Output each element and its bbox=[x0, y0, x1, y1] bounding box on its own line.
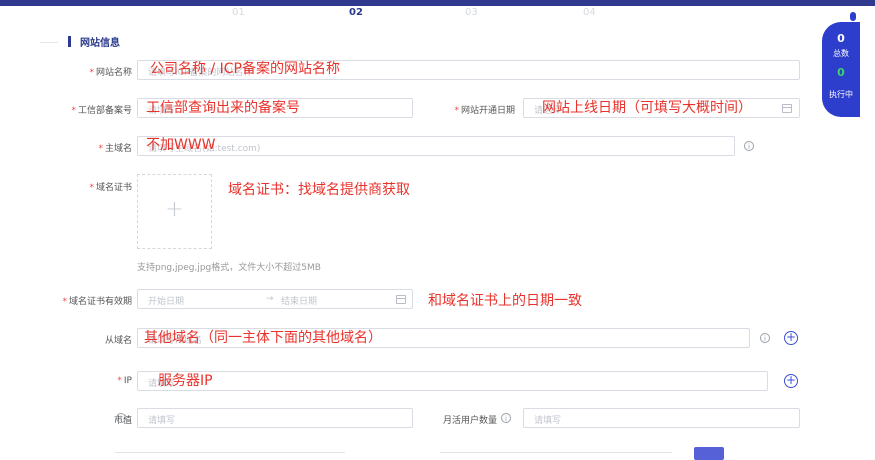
site-name-label: * 网站名称 bbox=[89, 68, 132, 78]
domain-cert-upload[interactable]: + bbox=[137, 174, 212, 249]
start-date-placeholder[interactable]: 开始日期 bbox=[148, 294, 184, 307]
launch-date-annotation: 网站上线日期（可填写大概时间） bbox=[542, 100, 752, 116]
sub-domain-label: 从域名 bbox=[104, 336, 132, 346]
info-icon[interactable]: i bbox=[116, 413, 126, 423]
info-icon[interactable]: i bbox=[760, 333, 770, 343]
step-4[interactable]: 04 bbox=[583, 7, 596, 18]
bottom-divider bbox=[115, 452, 345, 453]
market-value-input[interactable]: 请填写 bbox=[137, 408, 413, 428]
info-icon[interactable]: i bbox=[744, 141, 754, 151]
next-button[interactable] bbox=[694, 447, 724, 460]
top-progress-bar bbox=[0, 0, 875, 6]
upload-hint: 支持png,jpeg,jpg格式，文件大小不超过5MB bbox=[137, 263, 321, 273]
cert-validity-annotation: 和域名证书上的日期一致 bbox=[428, 293, 582, 309]
calendar-icon bbox=[396, 295, 406, 304]
range-arrow-icon: → bbox=[266, 294, 274, 304]
market-value-placeholder: 请填写 bbox=[148, 416, 176, 426]
step-3[interactable]: 03 bbox=[465, 7, 478, 18]
domain-cert-label: * 域名证书 bbox=[89, 183, 132, 193]
info-icon[interactable]: i bbox=[501, 413, 511, 423]
total-label: 总数 bbox=[833, 49, 849, 58]
domain-cert-annotation: 域名证书：找域名提供商获取 bbox=[228, 182, 410, 198]
section-title: 网站信息 bbox=[80, 38, 120, 49]
running-count: 0 bbox=[837, 66, 845, 79]
section-marker bbox=[68, 36, 71, 47]
calendar-icon bbox=[782, 104, 792, 113]
end-date-placeholder[interactable]: 结束日期 bbox=[281, 294, 317, 307]
mau-label: 月活用户数量 bbox=[442, 416, 497, 426]
miit-record-annotation: 工信部查询出来的备案号 bbox=[146, 100, 300, 116]
ip-label: * IP bbox=[117, 376, 132, 386]
site-name-annotation: 公司名称 / ICP备案的网站名称 bbox=[150, 61, 340, 77]
step-2[interactable]: 02 bbox=[349, 7, 363, 18]
upload-plus-icon: + bbox=[165, 197, 184, 222]
ip-input[interactable]: 请填写 bbox=[137, 371, 768, 391]
main-domain-annotation: 不加WWW bbox=[146, 137, 216, 153]
cert-validity-label: * 域名证书有效期 bbox=[62, 297, 132, 307]
bottom-divider bbox=[440, 452, 672, 453]
sub-domain-annotation: 其他域名（同一主体下面的其他域名） bbox=[144, 330, 382, 346]
running-label: 执行中 bbox=[829, 90, 853, 99]
main-domain-label: * 主域名 bbox=[98, 144, 132, 154]
section-divider bbox=[40, 42, 58, 43]
main-domain-input[interactable]: 请填写主域名(如:test.com) bbox=[137, 136, 735, 156]
ip-annotation: 服务器IP bbox=[158, 373, 213, 389]
launch-date-label: * 网站开通日期 bbox=[454, 106, 515, 116]
mau-placeholder: 请填写 bbox=[534, 416, 562, 426]
total-count: 0 bbox=[837, 32, 845, 45]
add-sub-domain-icon[interactable]: + bbox=[784, 331, 798, 345]
miit-record-label: * 工信部备案号 bbox=[71, 106, 132, 116]
mau-input[interactable]: 请填写 bbox=[523, 408, 800, 428]
step-indicator: 01 02 03 04 bbox=[0, 7, 875, 21]
add-ip-icon[interactable]: + bbox=[784, 374, 798, 388]
required-mark: * bbox=[89, 68, 94, 78]
task-status-panel[interactable]: 0 总数 0 执行中 bbox=[822, 22, 860, 117]
cert-validity-range-picker[interactable]: 开始日期 → 结束日期 bbox=[137, 289, 413, 309]
status-panel-handle bbox=[850, 12, 856, 21]
step-1[interactable]: 01 bbox=[232, 7, 245, 18]
